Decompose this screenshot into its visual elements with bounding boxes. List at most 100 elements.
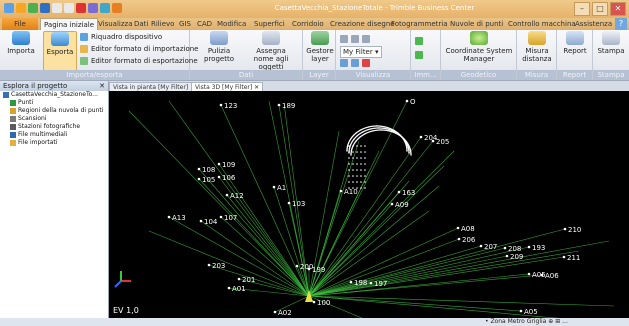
tree-item[interactable]: Regioni della nuvola di punti [0,107,108,115]
tab-cad[interactable]: CAD [194,18,215,30]
point-cloud-scene[interactable]: 123 189 O204205108109105 106A12103 A09A13 104… [109,91,629,318]
view-tools-row[interactable] [340,34,373,44]
imm-tool[interactable] [415,36,426,46]
survey-point[interactable] [217,175,221,179]
tab-modifica[interactable]: Modifica [214,18,249,30]
survey-point[interactable] [457,237,461,241]
minimize-button[interactable]: – [574,2,590,16]
structure-point [356,157,358,159]
sight-line [308,247,506,297]
coordinate-system-manager-button[interactable]: Coordinate System Manager [444,31,514,63]
tab-gis[interactable]: GIS [176,18,194,30]
importa-button[interactable]: Importa [3,31,39,55]
survey-point[interactable] [540,273,544,277]
filter-select[interactable]: My Filter ▾ [340,46,382,58]
survey-point[interactable] [397,190,401,194]
survey-point[interactable] [527,272,531,276]
view-tool-icon [351,59,359,67]
survey-point[interactable] [199,219,203,223]
tab-creazione-disegno[interactable]: Creazione disegno [327,18,398,30]
close-icon[interactable]: ✕ [99,81,105,91]
group-label-misura: Misura [517,70,556,80]
view-tool-icon [340,59,348,67]
tree-item-label: Scansioni [18,115,47,122]
survey-point[interactable] [197,177,201,181]
tab-superfici[interactable]: Superfici [251,18,288,30]
tree-item[interactable]: Scansioni [0,115,108,123]
survey-point[interactable] [527,245,531,249]
survey-point[interactable] [312,300,316,304]
survey-point[interactable] [219,103,223,107]
assegna-nome-button[interactable]: Assegna nome agli oggetti [246,31,296,71]
survey-point[interactable] [563,227,567,231]
structure-point [360,175,362,177]
survey-point[interactable] [505,254,509,258]
maximize-button[interactable]: □ [592,2,608,16]
report-button[interactable]: Report [560,31,590,55]
tab-rilievo[interactable]: Rilievo [148,18,177,30]
tree-item[interactable]: File importati [0,139,108,147]
survey-point[interactable] [167,215,171,219]
survey-point[interactable] [272,185,276,189]
close-button[interactable]: ✕ [610,2,626,16]
survey-point[interactable] [307,267,311,271]
structure-point [364,181,366,183]
tab-controllo-macchina[interactable]: Controllo macchina [505,18,579,30]
survey-point[interactable] [273,310,277,314]
riquadro-dispositivo-button[interactable]: Riquadro dispositivo [80,32,162,42]
tab-corridoio[interactable]: Corridoio [289,18,327,30]
view-tools-row-2[interactable] [340,58,373,68]
gestore-layer-button[interactable]: Gestore layer [305,31,335,63]
survey-point[interactable] [519,309,523,313]
close-icon[interactable]: ✕ [254,84,259,91]
survey-point[interactable] [479,244,483,248]
3d-viewport[interactable]: 123 189 O 204 205 108 109 105 106 A12 103 A09 A13 104… [109,91,629,318]
survey-point-label: 106 [222,174,236,182]
view-tool-icon [351,35,359,43]
survey-point[interactable] [456,226,460,230]
group-label-stampa: Stampa [593,70,629,80]
survey-point[interactable] [349,280,353,284]
esporta-button[interactable]: Esporta [43,31,77,71]
survey-point[interactable] [503,246,507,250]
tree-item[interactable]: File multimediali [0,131,108,139]
survey-point[interactable] [562,255,566,259]
editor-export-label: Editor formato di esportazione [91,57,198,65]
misura-distanza-button[interactable]: Misura distanza [520,31,554,63]
survey-point[interactable] [369,281,373,285]
survey-point[interactable] [237,277,241,281]
survey-point-label: 108 [202,166,215,174]
window-title: CasettaVecchia_StazioneTotale - Trimble … [274,4,475,12]
survey-point[interactable] [419,135,423,139]
survey-point[interactable] [219,215,223,219]
survey-point[interactable] [287,201,291,205]
survey-point[interactable] [431,139,435,143]
tab-file[interactable]: File [2,18,38,30]
tree-item[interactable]: Punti [0,99,108,107]
survey-point[interactable] [197,167,201,171]
help-button[interactable]: ? [615,18,627,30]
survey-point[interactable] [339,189,343,193]
tree-item[interactable]: Stazioni fotografiche [0,123,108,131]
survey-point[interactable] [225,193,229,197]
structure-point [348,145,350,147]
structure-point [348,181,350,183]
survey-point[interactable] [207,263,211,267]
editor-export-button[interactable]: Editor formato di esportazione [80,56,198,66]
tab-pagina-iniziale[interactable]: Pagina iniziale [40,18,99,30]
tab-assistenza[interactable]: Assistenza [572,18,615,30]
tab-nuvole-di-punti[interactable]: Nuvole di punti [447,18,506,30]
survey-point[interactable] [295,264,299,268]
tab-visualizza[interactable]: Visualizza [95,18,135,30]
pulizia-progetto-button[interactable]: Pulizia progetto [202,31,236,63]
survey-point[interactable] [390,202,394,206]
tab-fotogrammetria[interactable]: Fotogrammetria [388,18,451,30]
imm-tool-2[interactable] [415,50,426,60]
stampa-button[interactable]: Stampa [596,31,626,55]
editor-import-button[interactable]: Editor formato di importazione [80,44,198,54]
tree-item[interactable]: CasettaVecchia_StazioneTo... [0,91,108,99]
survey-point[interactable] [405,99,409,103]
survey-point[interactable] [227,286,231,290]
survey-point[interactable] [277,103,281,107]
survey-point[interactable] [217,162,221,166]
